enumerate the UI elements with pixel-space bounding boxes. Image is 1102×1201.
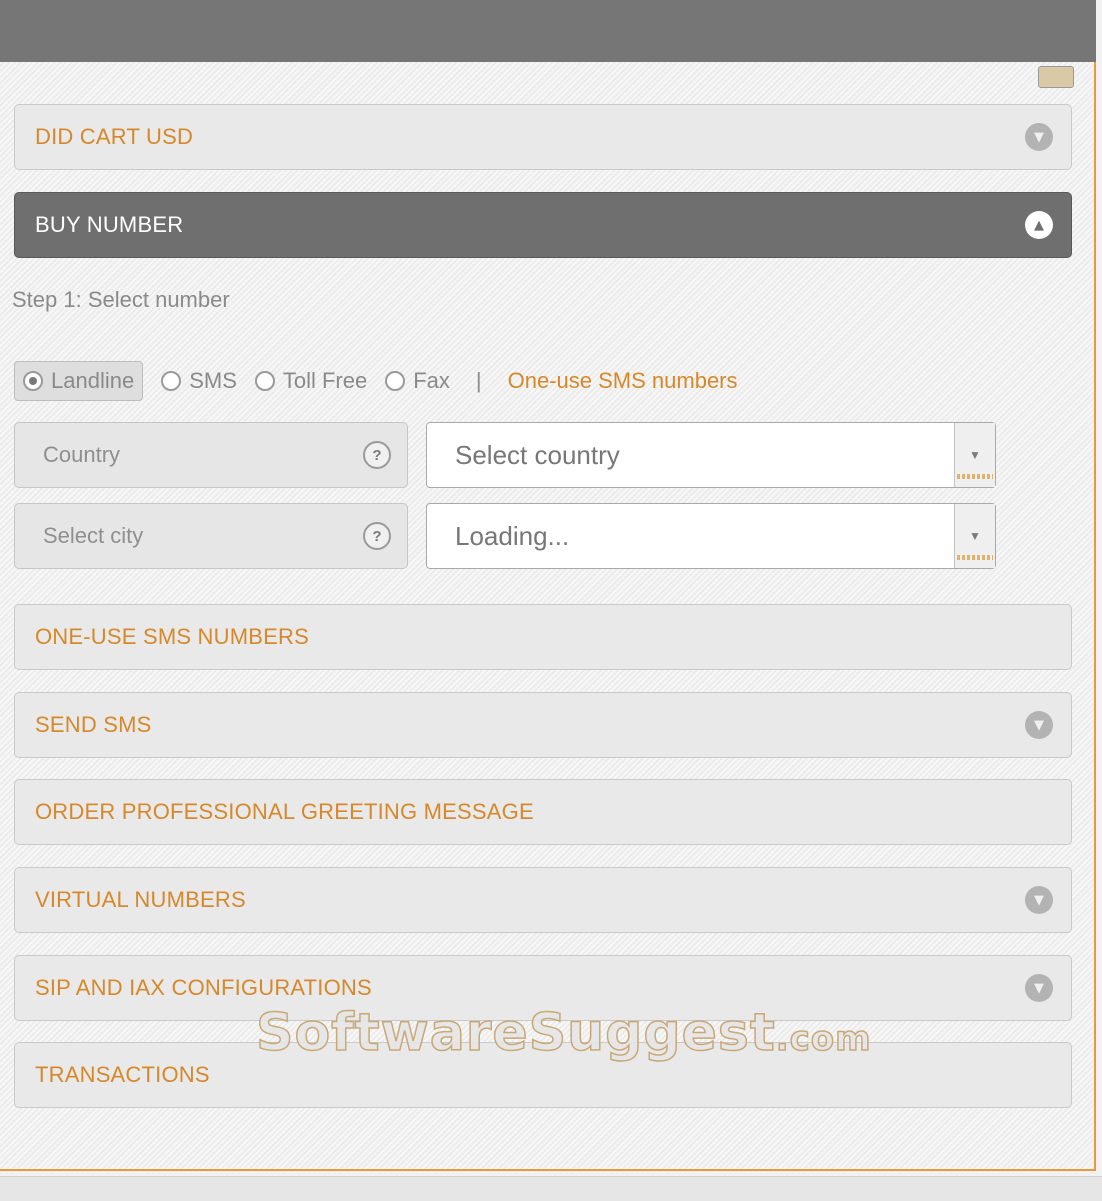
separator: | — [475, 368, 482, 393]
did-cart-label: DID CART USD — [35, 124, 194, 149]
one-use-sms-bar[interactable]: ONE-USE SMS NUMBERS — [14, 604, 1072, 670]
buy-number-bar[interactable]: BUY NUMBER ▲ — [14, 192, 1072, 258]
one-use-sms-label: ONE-USE SMS NUMBERS — [35, 624, 309, 649]
toll-free-label: Toll Free — [282, 368, 368, 393]
bottom-strip — [0, 1176, 1102, 1201]
help-icon[interactable]: ? — [363, 441, 391, 469]
did-cart-bar[interactable]: DID CART USD ▼ — [14, 104, 1072, 170]
cart-image-icon[interactable] — [1038, 66, 1074, 88]
top-bar — [0, 0, 1096, 64]
buy-number-label: BUY NUMBER — [35, 212, 184, 237]
step-label: Step 1: Select number — [12, 287, 230, 312]
sms-radio[interactable] — [161, 371, 182, 391]
fax-radio[interactable] — [385, 371, 406, 391]
city-label: Select city — [43, 523, 144, 548]
chevron-down-icon[interactable]: ▼ — [1025, 886, 1053, 914]
landline-label: Landline — [51, 368, 135, 393]
sip-iax-bar[interactable]: SIP AND IAX CONFIGURATIONS ▼ — [14, 955, 1072, 1021]
virtual-numbers-bar[interactable]: VIRTUAL NUMBERS ▼ — [14, 867, 1072, 933]
city-label-box: Select city ? — [14, 503, 408, 569]
type-option-fax[interactable]: Fax — [385, 368, 450, 394]
chevron-down-icon[interactable]: ▼ — [1025, 711, 1053, 739]
virtual-numbers-label: VIRTUAL NUMBERS — [35, 887, 246, 912]
type-option-toll-free[interactable]: Toll Free — [254, 368, 368, 394]
country-label: Country — [43, 442, 121, 467]
transactions-label: TRANSACTIONS — [35, 1062, 210, 1087]
one-use-sms-link[interactable]: One-use SMS numbers — [508, 368, 738, 394]
chevron-up-icon[interactable]: ▲ — [1025, 211, 1053, 239]
greeting-message-bar[interactable]: ORDER PROFESSIONAL GREETING MESSAGE — [14, 779, 1072, 845]
toll-free-radio[interactable] — [254, 371, 275, 391]
city-select[interactable]: Loading... ▼ — [426, 503, 996, 569]
sms-label: SMS — [189, 368, 237, 393]
landline-radio[interactable] — [23, 371, 43, 391]
sip-iax-label: SIP AND IAX CONFIGURATIONS — [35, 975, 372, 1000]
city-select-value: Loading... — [455, 520, 570, 551]
type-option-sms[interactable]: SMS — [161, 368, 237, 394]
chevron-down-icon[interactable]: ▼ — [1025, 123, 1053, 151]
number-type-selector: Landline SMS Toll Free Fax | One-use SMS… — [14, 360, 738, 402]
country-select-value: Select country — [455, 439, 620, 470]
greeting-message-label: ORDER PROFESSIONAL GREETING MESSAGE — [35, 799, 534, 824]
country-label-box: Country ? — [14, 422, 408, 488]
fax-label: Fax — [413, 368, 450, 393]
country-select[interactable]: Select country ▼ — [426, 422, 996, 488]
dropdown-arrow-icon[interactable]: ▼ — [954, 423, 995, 487]
type-option-landline[interactable]: Landline — [14, 361, 144, 401]
chevron-down-icon[interactable]: ▼ — [1025, 974, 1053, 1002]
send-sms-bar[interactable]: SEND SMS ▼ — [14, 692, 1072, 758]
send-sms-label: SEND SMS — [35, 712, 152, 737]
help-icon[interactable]: ? — [363, 522, 391, 550]
dropdown-arrow-icon[interactable]: ▼ — [954, 504, 995, 568]
transactions-bar[interactable]: TRANSACTIONS — [14, 1042, 1072, 1108]
